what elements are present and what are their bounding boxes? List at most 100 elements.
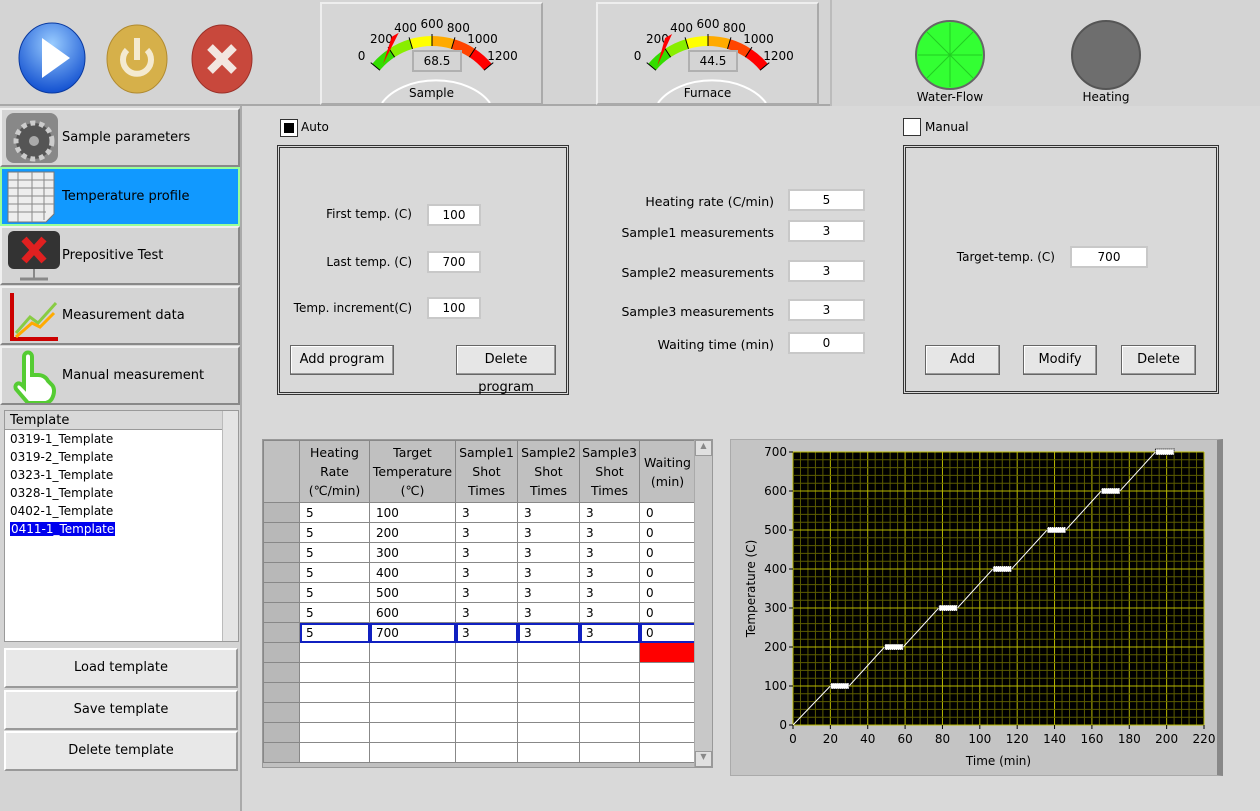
table-row[interactable]: [263, 642, 696, 663]
scroll-down-icon[interactable]: ▼: [695, 751, 712, 767]
nav-prepositive-test[interactable]: Prepositive Test: [0, 226, 240, 285]
add-button[interactable]: Add: [925, 345, 1000, 375]
table-row[interactable]: [263, 722, 696, 743]
table-cell[interactable]: 0: [639, 542, 696, 563]
delete-button[interactable]: Delete: [1121, 345, 1196, 375]
table-row[interactable]: 5 500 3 3 3 0: [263, 582, 696, 603]
modify-button[interactable]: Modify: [1023, 345, 1097, 375]
row-header[interactable]: [263, 662, 300, 683]
table-cell[interactable]: 300: [369, 542, 456, 563]
param-input[interactable]: 5: [788, 189, 865, 211]
table-cell[interactable]: 3: [579, 602, 640, 623]
table-cell[interactable]: 5: [299, 582, 370, 603]
template-list-scrollbar[interactable]: [222, 411, 238, 641]
nav-sample-parameters[interactable]: Sample parameters: [0, 108, 240, 167]
table-cell[interactable]: 3: [517, 602, 580, 623]
table-cell[interactable]: [369, 662, 456, 683]
table-cell[interactable]: [299, 642, 370, 663]
nav-measurement-data[interactable]: Measurement data: [0, 286, 240, 345]
table-cell[interactable]: [369, 642, 456, 663]
table-cell[interactable]: [455, 682, 518, 703]
table-cell[interactable]: 100: [369, 502, 456, 523]
table-cell[interactable]: 400: [369, 562, 456, 583]
table-row[interactable]: 5 600 3 3 3 0: [263, 602, 696, 623]
table-cell[interactable]: 3: [579, 542, 640, 563]
table-cell[interactable]: [299, 662, 370, 683]
play-icon[interactable]: [18, 22, 90, 94]
table-row[interactable]: [263, 702, 696, 723]
row-header[interactable]: [263, 682, 300, 703]
row-header[interactable]: [263, 642, 300, 663]
table-cell[interactable]: [639, 642, 696, 663]
param-input[interactable]: 3: [788, 220, 865, 242]
row-header[interactable]: [263, 622, 300, 643]
table-cell[interactable]: 500: [369, 582, 456, 603]
table-cell[interactable]: 0: [639, 622, 696, 643]
table-cell[interactable]: 3: [517, 582, 580, 603]
table-row[interactable]: 5 100 3 3 3 0: [263, 502, 696, 523]
table-cell[interactable]: 0: [639, 582, 696, 603]
template-list-item[interactable]: 0323-1_Template: [5, 466, 222, 484]
table-cell[interactable]: [517, 662, 580, 683]
table-cell[interactable]: 3: [579, 582, 640, 603]
row-header[interactable]: [263, 722, 300, 743]
last-temp-input[interactable]: 700: [427, 251, 481, 273]
manual-checkbox[interactable]: [903, 118, 921, 136]
table-cell[interactable]: [455, 742, 518, 763]
table-cell[interactable]: [639, 742, 696, 763]
table-cell[interactable]: 3: [579, 522, 640, 543]
table-cell[interactable]: [579, 642, 640, 663]
table-cell[interactable]: [299, 742, 370, 763]
table-cell[interactable]: [369, 702, 456, 723]
table-cell[interactable]: 3: [455, 522, 518, 543]
target-temp-input[interactable]: 700: [1070, 246, 1148, 268]
table-cell[interactable]: [579, 702, 640, 723]
table-cell[interactable]: [455, 722, 518, 743]
row-header[interactable]: [263, 522, 300, 543]
table-cell[interactable]: [579, 742, 640, 763]
template-list-item[interactable]: 0411-1_Template: [5, 520, 222, 538]
delete-program-button[interactable]: Delete program: [456, 345, 556, 395]
profile-table[interactable]: Heating Rate (℃/min) Target Temperature (℃) Sa…: [262, 439, 713, 768]
table-row[interactable]: [263, 682, 696, 703]
table-cell[interactable]: 3: [455, 502, 518, 523]
table-cell[interactable]: 3: [455, 602, 518, 623]
delete-template-button[interactable]: Delete template: [4, 731, 238, 771]
table-row[interactable]: 5 200 3 3 3 0: [263, 522, 696, 543]
table-cell[interactable]: [455, 702, 518, 723]
table-cell[interactable]: [579, 682, 640, 703]
table-cell[interactable]: 5: [299, 522, 370, 543]
table-cell[interactable]: [639, 662, 696, 683]
table-cell[interactable]: 700: [369, 622, 456, 643]
nav-manual-measurement[interactable]: Manual measurement: [0, 346, 240, 405]
param-input[interactable]: 3: [788, 260, 865, 282]
table-cell[interactable]: 5: [299, 562, 370, 583]
table-row[interactable]: 5 700 3 3 3 0: [263, 622, 696, 643]
row-header[interactable]: [263, 502, 300, 523]
table-row[interactable]: 5 300 3 3 3 0: [263, 542, 696, 563]
nav-temperature-profile[interactable]: Temperature profile: [0, 167, 240, 226]
table-cell[interactable]: [639, 682, 696, 703]
table-cell[interactable]: [579, 722, 640, 743]
table-cell[interactable]: [639, 722, 696, 743]
table-cell[interactable]: 3: [455, 582, 518, 603]
table-cell[interactable]: 3: [579, 502, 640, 523]
table-row[interactable]: 5 400 3 3 3 0: [263, 562, 696, 583]
table-cell[interactable]: [517, 722, 580, 743]
table-cell[interactable]: [517, 642, 580, 663]
param-input[interactable]: 3: [788, 299, 865, 321]
row-header[interactable]: [263, 542, 300, 563]
table-cell[interactable]: [299, 682, 370, 703]
param-input[interactable]: 0: [788, 332, 865, 354]
table-cell[interactable]: 200: [369, 522, 456, 543]
table-cell[interactable]: [517, 702, 580, 723]
power-icon[interactable]: [103, 22, 173, 96]
first-temp-input[interactable]: 100: [427, 204, 481, 226]
table-cell[interactable]: [369, 682, 456, 703]
row-header[interactable]: [263, 702, 300, 723]
row-header[interactable]: [263, 582, 300, 603]
table-cell[interactable]: 5: [299, 502, 370, 523]
template-list[interactable]: Template 0319-1_Template 0319-2_Template 0…: [4, 410, 239, 642]
close-icon[interactable]: [188, 22, 258, 96]
save-template-button[interactable]: Save template: [4, 690, 238, 730]
